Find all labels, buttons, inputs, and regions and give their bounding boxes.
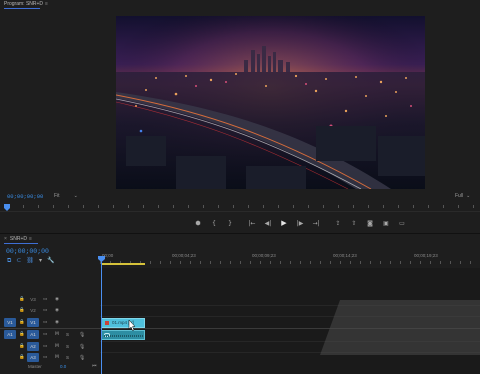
go-to-in-icon[interactable]: |← xyxy=(244,217,260,229)
track-header-a3: 🔒 A3 ▭ M S 🎙 xyxy=(0,352,100,363)
night-city-aerial-image xyxy=(116,16,425,189)
playback-resolution-select[interactable]: Full ⌄ xyxy=(455,193,470,199)
sync-lock-icon[interactable]: ▭ xyxy=(43,320,47,325)
marker-icon[interactable]: ⬢ xyxy=(190,217,206,229)
sync-lock-icon[interactable]: ▭ xyxy=(43,308,47,313)
program-tab-underline xyxy=(4,8,40,9)
panel-menu-icon[interactable]: ≡ xyxy=(45,1,48,7)
zoom-level-select[interactable]: Fit ⌄ xyxy=(54,193,78,199)
timeline-timecode[interactable]: 00;00;00;00 xyxy=(6,248,49,255)
sync-lock-icon[interactable]: ▭ xyxy=(43,344,47,349)
ruler-label: 00;00;09;23 xyxy=(252,253,276,258)
playback-resolution-value: Full xyxy=(455,193,464,199)
linked-selection-icon[interactable]: ⛓ xyxy=(26,257,34,265)
extract-icon[interactable]: ⇧ xyxy=(346,217,362,229)
mouse-pointer-icon xyxy=(128,320,136,331)
export-frame-icon[interactable]: ◙ xyxy=(362,217,378,229)
track-target-a1[interactable]: A1 xyxy=(27,330,39,339)
program-video-frame xyxy=(116,16,425,189)
comparison-view-icon[interactable]: ▣ xyxy=(378,217,394,229)
track-target-v3[interactable]: V3 xyxy=(27,295,39,304)
play-icon[interactable]: ▶ xyxy=(276,217,292,229)
audio-waveform xyxy=(104,335,144,337)
solo-button[interactable]: S xyxy=(66,344,69,349)
track-header-a2: 🔒 A2 ▭ M S 🎙 xyxy=(0,341,100,352)
program-monitor-tab[interactable]: Program: SNR+D ≡ xyxy=(4,1,48,7)
work-area-bar[interactable] xyxy=(101,263,145,265)
track-header-a1: A1 🔒 A1 ▭ M S 🎙 xyxy=(0,329,100,340)
add-marker-icon[interactable]: ▾ xyxy=(39,257,42,265)
lock-icon[interactable]: 🔒 xyxy=(19,297,25,302)
audio-clip[interactable] xyxy=(101,330,145,340)
track-header-v1: V1 🔒 V1 ▭ ◉ xyxy=(0,317,100,328)
sync-lock-icon[interactable]: ▭ xyxy=(43,332,47,337)
settings-wrench-icon[interactable]: 🔧 xyxy=(47,257,54,265)
lock-icon[interactable]: 🔒 xyxy=(19,355,25,360)
lift-icon[interactable]: ⇪ xyxy=(330,217,346,229)
go-to-start-icon[interactable]: ⏮ xyxy=(92,363,97,369)
mute-button[interactable]: M xyxy=(55,355,59,360)
button-editor-icon[interactable]: ▭ xyxy=(394,217,410,229)
microphone-icon[interactable]: 🎙 xyxy=(79,344,85,350)
mark-out-icon[interactable]: } xyxy=(222,217,238,229)
transport-controls: ⬢{} |← ◀| ▶ |▶ →| ⇪ ⇧ ◙ ▣ ▭ xyxy=(190,217,410,229)
master-volume-value[interactable]: 0.0 xyxy=(60,364,66,369)
step-forward-icon[interactable]: |▶ xyxy=(292,217,308,229)
timeline-tab[interactable]: × SNR+D ≡ xyxy=(4,236,32,242)
chevron-down-icon: ⌄ xyxy=(73,193,78,199)
timeline-tab-label: SNR+D xyxy=(9,236,28,242)
track-target-a2[interactable]: A2 xyxy=(27,342,39,351)
timeline-tools: ⧉ ⊂ ⛓ ▾ 🔧 xyxy=(7,257,54,265)
timeline-playhead-icon[interactable] xyxy=(98,256,105,262)
timeline-time-ruler[interactable] xyxy=(100,248,480,268)
microphone-icon[interactable]: 🎙 xyxy=(79,332,85,338)
track-target-v1[interactable]: V1 xyxy=(27,318,39,327)
eye-icon[interactable]: ◉ xyxy=(55,297,59,302)
source-patch-v1[interactable]: V1 xyxy=(4,318,16,327)
ruler-label: 00;00;19;23 xyxy=(414,253,438,258)
eye-icon[interactable]: ◉ xyxy=(55,308,59,313)
lock-icon[interactable]: 🔒 xyxy=(19,344,25,349)
track-header-v2: 🔒 V2 ▭ ◉ xyxy=(0,305,100,316)
step-back-icon[interactable]: ◀| xyxy=(260,217,276,229)
program-ruler-ticks xyxy=(8,205,474,208)
close-tab-icon[interactable]: × xyxy=(4,236,7,242)
nest-icon[interactable]: ⧉ xyxy=(7,257,11,265)
master-track-label: Master xyxy=(28,364,42,369)
mute-button[interactable]: M xyxy=(55,344,59,349)
program-tab-label: Program: SNR+D xyxy=(4,1,44,7)
ruler-label: 00;00;04;23 xyxy=(172,253,196,258)
program-timecode[interactable]: 00;00;00;00 xyxy=(7,193,43,200)
mark-in-icon[interactable]: { xyxy=(206,217,222,229)
fx-badge-icon xyxy=(105,321,109,325)
panel-menu-icon[interactable]: ≡ xyxy=(29,236,32,242)
go-to-out-icon[interactable]: →| xyxy=(308,217,324,229)
sync-lock-icon[interactable]: ▭ xyxy=(43,355,47,360)
lock-icon[interactable]: 🔒 xyxy=(19,308,25,313)
microphone-icon[interactable]: 🎙 xyxy=(79,355,85,361)
zoom-level-value: Fit xyxy=(54,193,60,199)
eye-icon[interactable]: ◉ xyxy=(55,320,59,325)
mute-button[interactable]: M xyxy=(55,332,59,337)
lock-icon[interactable]: 🔒 xyxy=(19,320,25,325)
source-patch-a1[interactable]: A1 xyxy=(4,330,16,339)
timeline-ruler-ticks xyxy=(100,261,480,264)
sync-lock-icon[interactable]: ▭ xyxy=(43,297,47,302)
timeline-tab-underline xyxy=(4,243,38,244)
video-clip[interactable]: 01.mp4 [V] xyxy=(101,318,145,328)
solo-button[interactable]: S xyxy=(66,332,69,337)
track-target-a3[interactable]: A3 xyxy=(27,353,39,362)
ghost-panel-shape xyxy=(320,300,480,355)
timeline-playhead-line[interactable] xyxy=(101,258,102,374)
lock-icon[interactable]: 🔒 xyxy=(19,332,25,337)
program-playhead-icon[interactable] xyxy=(4,204,10,212)
snap-icon[interactable]: ⊂ xyxy=(16,257,21,265)
track-target-v2[interactable]: V2 xyxy=(27,306,39,315)
chevron-down-icon: ⌄ xyxy=(466,193,471,199)
ruler-label: 00;00;14;23 xyxy=(333,253,357,258)
solo-button[interactable]: S xyxy=(66,355,69,360)
track-header-v3: 🔒 V3 ▭ ◉ xyxy=(0,294,100,305)
